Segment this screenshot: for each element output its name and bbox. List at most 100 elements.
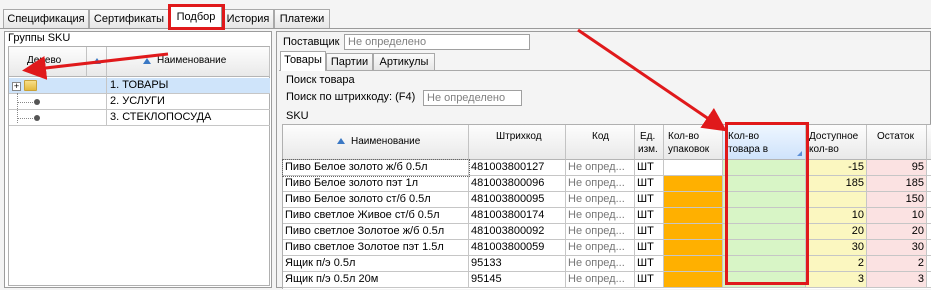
sku-groups-title: Группы SKU	[8, 32, 71, 44]
barcode-search-input[interactable]: Не определено	[423, 90, 522, 106]
bullet-icon	[34, 99, 40, 105]
cell-extra	[927, 224, 931, 240]
col-name[interactable]: Наименование	[283, 125, 469, 160]
cell-unit: ШТ	[635, 240, 664, 256]
cell-pack[interactable]	[664, 256, 723, 272]
sku-groups-tree: Дерево Наименование + 1. ТОВАРЫ 2. УСЛУГ…	[8, 46, 270, 286]
sku-groups-panel: Группы SKU Дерево Наименование + 1. ТОВА…	[4, 31, 272, 288]
col-barcode[interactable]: Штрихкод	[469, 125, 566, 160]
cell-unit: ШТ	[635, 192, 664, 208]
header-name[interactable]: Наименование	[107, 47, 270, 77]
grid-rows: Пиво Белое золото ж/б 0.5л 481003800127 Не…	[282, 159, 931, 290]
cell-code: Не опред...	[566, 240, 635, 256]
cell-extra	[927, 240, 931, 256]
top-tab-strip	[0, 28, 931, 29]
cell-name: Пиво Белое золото ст/б 0.5л	[283, 192, 469, 208]
cell-name: Пиво светлое Живое ст/б 0.5л	[283, 208, 469, 224]
cell-qty[interactable]	[723, 160, 806, 176]
col-available[interactable]: Доступное кол-во	[806, 125, 867, 160]
cell-stock: 30	[867, 240, 927, 256]
cell-unit: ШТ	[635, 224, 664, 240]
search-group-title: Поиск товара	[286, 74, 355, 86]
supplier-field[interactable]: Не определено	[344, 34, 530, 50]
cell-extra	[927, 256, 931, 272]
tab-history[interactable]: История	[222, 9, 274, 28]
tree-line	[17, 118, 33, 119]
cell-pack[interactable]	[664, 176, 723, 192]
cell-name: Пиво светлое Золотое пэт 1.5л	[283, 240, 469, 256]
cell-extra	[927, 160, 931, 176]
tab-payments[interactable]: Платежи	[274, 9, 330, 28]
cell-barcode: 481003800096	[469, 176, 566, 192]
cell-avail	[806, 192, 867, 208]
header-tree[interactable]: Дерево	[9, 47, 87, 77]
tab-specification[interactable]: Спецификация	[3, 9, 89, 28]
cell-code: Не опред...	[566, 256, 635, 272]
tab-selection[interactable]: Подбор	[170, 6, 222, 29]
cell-code: Не опред...	[566, 192, 635, 208]
cell-pack[interactable]	[664, 160, 723, 176]
bullet-icon	[34, 115, 40, 121]
col-qty-in-pack[interactable]: Кол-во товара в	[723, 125, 806, 160]
cell-name: Пиво Белое золото ж/б 0.5л	[282, 159, 470, 177]
cell-code: Не опред...	[566, 272, 635, 288]
cell-qty[interactable]	[723, 192, 806, 208]
cell-extra	[927, 192, 931, 208]
header-sort[interactable]	[87, 47, 107, 77]
cell-qty[interactable]	[723, 224, 806, 240]
cell-name: Ящик п/э 0.5л 20м	[283, 272, 469, 288]
cell-name: Ящик п/э 0.5л	[283, 256, 469, 272]
tab-articles[interactable]: Артикулы	[373, 53, 435, 70]
cell-barcode: 95145	[469, 272, 566, 288]
cell-unit: ШТ	[635, 256, 664, 272]
list-item-label[interactable]: 3. СТЕКЛОПОСУДА	[108, 110, 211, 126]
cell-pack[interactable]	[664, 192, 723, 208]
cell-avail: 2	[806, 256, 867, 272]
cell-name: Пиво светлое Золотое ж/б 0.5л	[283, 224, 469, 240]
sort-asc-icon	[93, 58, 101, 64]
tab-goods[interactable]: Товары	[280, 51, 326, 71]
col-code[interactable]: Код	[566, 125, 635, 160]
cell-unit: ШТ	[635, 176, 664, 192]
cell-extra	[927, 176, 931, 192]
cell-barcode: 481003800095	[469, 192, 566, 208]
cell-barcode: 481003800059	[469, 240, 566, 256]
cell-pack[interactable]	[664, 224, 723, 240]
tab-batches[interactable]: Партии	[326, 53, 373, 70]
col-unit[interactable]: Ед. изм.	[635, 125, 664, 160]
cell-stock: 150	[867, 192, 927, 208]
cell-qty[interactable]	[723, 240, 806, 256]
list-item-label: 1. ТОВАРЫ	[110, 79, 169, 91]
cell-qty[interactable]	[723, 272, 806, 288]
cell-stock: 95	[867, 160, 927, 176]
folder-icon	[24, 80, 37, 91]
cell-qty[interactable]	[723, 208, 806, 224]
cell-pack[interactable]	[664, 208, 723, 224]
col-packs[interactable]: Кол-во упаковок	[664, 125, 723, 160]
sort-asc-icon	[143, 58, 151, 64]
cell-pack[interactable]	[664, 272, 723, 288]
cell-barcode: 481003800092	[469, 224, 566, 240]
col-stock[interactable]: Остаток	[867, 125, 927, 160]
cell-code: Не опред...	[566, 160, 635, 176]
cell-stock: 185	[867, 176, 927, 192]
cell-barcode: 481003800174	[469, 208, 566, 224]
sort-asc-icon	[337, 138, 345, 144]
cell-pack[interactable]	[664, 240, 723, 256]
cell-extra	[927, 208, 931, 224]
cell-stock: 2	[867, 256, 927, 272]
cell-avail: 3	[806, 272, 867, 288]
col-extra	[927, 125, 931, 160]
sku-label: SKU	[286, 110, 309, 122]
tab-certificates[interactable]: Сертификаты	[89, 9, 169, 28]
cell-avail: 30	[806, 240, 867, 256]
expand-icon[interactable]: +	[12, 82, 21, 91]
supplier-label: Поставщик	[283, 36, 340, 48]
tree-line	[17, 102, 33, 103]
cell-barcode: 95133	[469, 256, 566, 272]
list-item-label[interactable]: 2. УСЛУГИ	[108, 94, 165, 110]
cell-unit: ШТ	[635, 160, 664, 176]
filter-corner-icon	[797, 151, 802, 156]
cell-qty[interactable]	[723, 176, 806, 192]
cell-qty[interactable]	[723, 256, 806, 272]
